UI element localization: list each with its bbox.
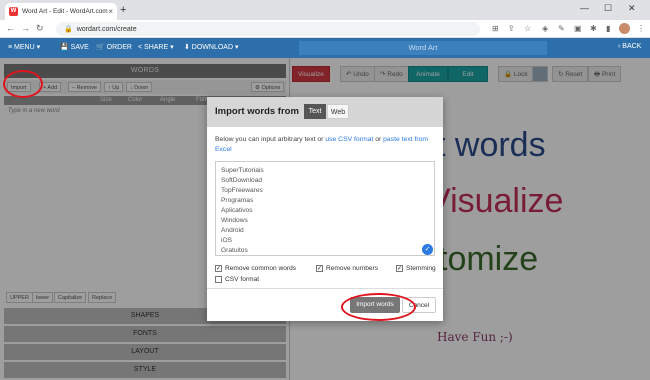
- wordart-favicon-icon: W: [9, 7, 18, 16]
- tab-text[interactable]: Text: [304, 104, 326, 119]
- checkbox-checked-icon: ✓: [396, 265, 403, 272]
- close-window-button[interactable]: ✕: [628, 3, 636, 14]
- forward-arrow-icon[interactable]: →: [21, 23, 30, 33]
- text-line: SoftDownload: [221, 177, 263, 184]
- text-line: Android: [221, 227, 244, 234]
- remove-numbers-checkbox[interactable]: ✓ Remove numbers: [316, 265, 378, 272]
- import-text-area[interactable]: SuperTutoriais SoftDownload TopFreewares…: [215, 161, 435, 256]
- dialog-description: Below you can input arbitrary text or us…: [215, 135, 435, 155]
- download-button[interactable]: ⬇ DOWNLOAD ▾: [184, 43, 239, 51]
- remove-common-words-checkbox[interactable]: ✓ Remove common words: [215, 265, 296, 272]
- text-line: Windows: [221, 217, 248, 224]
- vpn-extension-icon[interactable]: ▣: [574, 24, 582, 33]
- description-or: or: [373, 136, 384, 143]
- back-button[interactable]: ‹ BACK: [618, 43, 641, 50]
- import-words-dialog: Import words from Text Web Below you can…: [207, 97, 443, 321]
- translate-icon[interactable]: ⊞: [492, 24, 499, 33]
- tab-title: Word Art - Edit - WordArt.com: [22, 8, 108, 15]
- lock-icon: 🔒: [64, 26, 73, 33]
- extension-icon[interactable]: ✎: [558, 24, 565, 33]
- minimize-window-button[interactable]: —: [580, 3, 589, 13]
- grammar-check-icon[interactable]: ✓: [422, 244, 433, 255]
- order-button[interactable]: 🛒 ORDER: [96, 43, 132, 51]
- screen: W Word Art - Edit - WordArt.com × + — ☐ …: [0, 0, 650, 380]
- app-toolbar: ≡ MENU ▾ 💾 SAVE 🛒 ORDER < SHARE ▾ ⬇ DOWN…: [0, 38, 650, 58]
- stemming-checkbox[interactable]: ✓ Stemming: [396, 265, 436, 272]
- url-field[interactable]: 🔒 wordart.com/create: [56, 22, 480, 36]
- remove-common-words-label: Remove common words: [225, 265, 297, 272]
- puzzle-extensions-icon[interactable]: ✱: [590, 24, 597, 33]
- stemming-label: Stemming: [406, 265, 436, 272]
- text-line: SuperTutoriais: [221, 167, 264, 174]
- csv-format-checkbox[interactable]: CSV format: [215, 276, 259, 283]
- menu-button[interactable]: ≡ MENU ▾: [8, 43, 40, 51]
- description-text: Below you can input arbitrary text or: [215, 136, 326, 143]
- pocket-extension-icon[interactable]: ◈: [542, 24, 548, 33]
- maximize-window-button[interactable]: ☐: [604, 3, 612, 14]
- checkbox-checked-icon: ✓: [215, 265, 222, 272]
- csv-format-link[interactable]: use CSV format: [325, 136, 373, 143]
- browser-tab-bar: W Word Art - Edit - WordArt.com × + — ☐ …: [0, 0, 650, 20]
- reload-icon[interactable]: ↻: [36, 23, 44, 34]
- artwork-title-field[interactable]: Word Art: [299, 41, 547, 55]
- share-button[interactable]: < SHARE ▾: [138, 43, 174, 51]
- text-line: iOS: [221, 237, 232, 244]
- sidebar-icon[interactable]: ▮: [606, 24, 610, 33]
- bookmark-star-icon[interactable]: ☆: [524, 24, 531, 33]
- remove-numbers-label: Remove numbers: [326, 265, 379, 272]
- share-page-icon[interactable]: ⇪: [508, 24, 515, 33]
- text-line: Gratuitos: [221, 247, 248, 254]
- annotation-circle-import-words: [341, 293, 416, 321]
- checkbox-checked-icon: ✓: [316, 265, 323, 272]
- save-button[interactable]: 💾 SAVE: [60, 43, 89, 51]
- url-text: wordart.com/create: [76, 25, 137, 33]
- back-arrow-icon[interactable]: ←: [6, 23, 15, 33]
- text-line: Programas: [221, 197, 254, 204]
- tab-web[interactable]: Web: [327, 104, 349, 119]
- text-line: TopFreewares: [221, 187, 263, 194]
- dialog-header: Import words from Text Web: [207, 97, 443, 127]
- kebab-menu-icon[interactable]: ⋮: [637, 24, 645, 33]
- text-line: Aplicativos: [221, 207, 253, 214]
- annotation-circle-import: [3, 70, 43, 98]
- dialog-title: Import words from: [215, 106, 299, 117]
- profile-avatar[interactable]: [619, 23, 630, 34]
- new-tab-button[interactable]: +: [120, 4, 126, 16]
- browser-tab[interactable]: W Word Art - Edit - WordArt.com ×: [5, 3, 117, 20]
- close-tab-icon[interactable]: ×: [108, 7, 113, 16]
- checkbox-unchecked-icon: [215, 276, 222, 283]
- csv-format-label: CSV format: [225, 276, 260, 283]
- browser-address-bar: ← → ↻ 🔒 wordart.com/create ⊞ ⇪ ☆ ◈ ✎ ▣ ✱…: [0, 20, 650, 38]
